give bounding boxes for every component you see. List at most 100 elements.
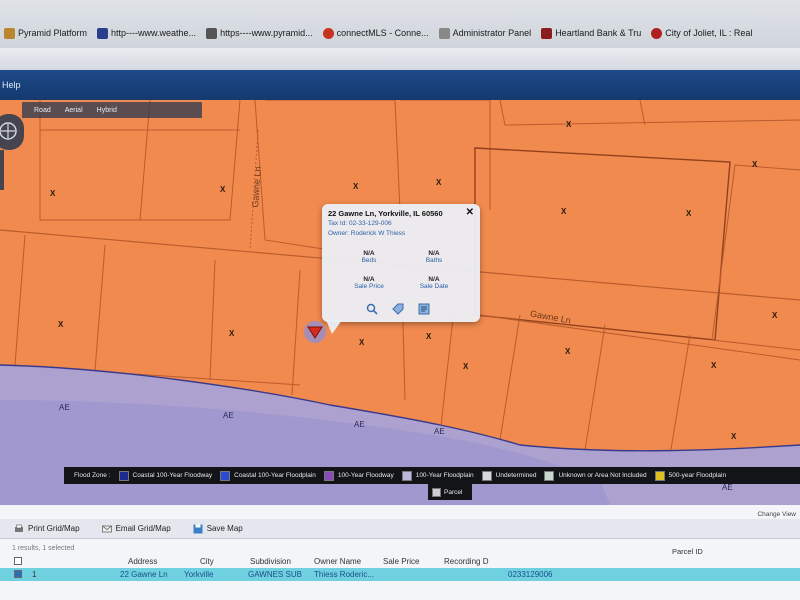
parcel-legend: Parcel	[428, 484, 472, 500]
flood-zone-mark: AE	[59, 403, 70, 412]
legend-item: 100-Year Floodway	[323, 470, 394, 481]
popup-tax-id[interactable]: Tax Id: 02-33-129-006	[328, 220, 392, 227]
popup-beds: N/A Beds	[361, 250, 377, 264]
flood-zone-mark: X	[731, 432, 737, 441]
column-header-recording[interactable]: Recording D	[444, 557, 488, 566]
cell-address[interactable]: 22 Gawne Ln	[120, 570, 168, 579]
bookmark-pyramid[interactable]: https----www.pyramid...	[206, 27, 313, 39]
email-grid-map-button[interactable]: Email Grid/Map	[101, 524, 171, 534]
legend-swatch	[654, 470, 665, 481]
flood-zone-mark: X	[220, 185, 226, 194]
bookmark-icon	[206, 27, 218, 39]
bookmark-heartland-bank[interactable]: Heartland Bank & Tru	[541, 27, 641, 39]
table-row[interactable]: 1 22 Gawne Ln Yorkville GAWNES SUB Thies…	[0, 568, 800, 581]
print-grid-map-button[interactable]: Print Grid/Map	[14, 524, 80, 534]
legend-swatch	[544, 470, 555, 481]
flood-zone-mark: AE	[223, 411, 234, 420]
results-table-header: Address City Subdivision Owner Name Sale…	[0, 554, 800, 568]
zoom-slider[interactable]	[0, 150, 4, 190]
save-map-button[interactable]: Save Map	[193, 524, 243, 534]
compass-icon	[0, 122, 17, 140]
cell-parcel-id[interactable]: 0233129006	[508, 570, 553, 579]
bookmark-icon	[438, 27, 450, 39]
flood-zone-mark: X	[436, 178, 442, 187]
result-count: 1 results, 1 selected	[12, 545, 75, 552]
search-icon[interactable]	[366, 302, 378, 315]
tab-aerial[interactable]: Aerial	[65, 107, 83, 114]
bookmark-icon	[651, 27, 663, 39]
legend-swatch	[220, 470, 231, 481]
legend-item: Undetermined	[481, 470, 536, 481]
column-header-subdivision[interactable]: Subdivision	[250, 557, 291, 566]
help-menu[interactable]: Help	[2, 80, 21, 90]
column-header-city[interactable]: City	[200, 557, 214, 566]
bookmark-connectmls[interactable]: connectMLS - Conne...	[322, 27, 429, 39]
row-number: 1	[32, 570, 37, 579]
property-marker-icon[interactable]	[302, 320, 328, 344]
column-header-address[interactable]: Address	[128, 557, 157, 566]
legend-swatch	[401, 470, 412, 481]
map-pan-control[interactable]	[0, 114, 24, 150]
popup-sale-date: N/A Sale Date	[419, 276, 449, 290]
popup-sale-price: N/A Sale Price	[354, 276, 384, 290]
flood-zone-mark: X	[359, 338, 365, 347]
flood-zone-mark: AE	[354, 420, 365, 429]
tab-hybrid[interactable]: Hybrid	[97, 107, 117, 114]
column-header-owner[interactable]: Owner Name	[314, 557, 361, 566]
grid-toolbar: Print Grid/Map Email Grid/Map Save Map	[0, 519, 800, 539]
browser-toolbar-strip	[0, 48, 800, 70]
tag-icon[interactable]	[392, 302, 404, 315]
flood-zone-mark: X	[711, 361, 717, 370]
app-header: Help	[0, 70, 800, 100]
flood-zone-mark: X	[426, 332, 432, 341]
flood-zone-mark: X	[50, 189, 56, 198]
flood-zone-mark: X	[752, 160, 758, 169]
bookmark-city-of-joliet[interactable]: City of Joliet, IL : Real	[651, 27, 752, 39]
email-icon	[101, 524, 112, 534]
legend-swatch	[481, 470, 492, 481]
change-view-link[interactable]: Change View	[757, 511, 796, 518]
bookmark-pyramid-platform[interactable]: Pyramid Platform	[4, 27, 87, 39]
legend-swatch	[323, 470, 334, 481]
select-all-checkbox[interactable]	[14, 557, 22, 565]
popup-actions	[366, 302, 430, 315]
row-checkbox[interactable]	[14, 570, 22, 578]
flood-zone-mark: X	[229, 329, 235, 338]
popup-address: 22 Gawne Ln, Yorkville, IL 60560	[328, 209, 443, 218]
print-icon	[14, 524, 24, 534]
bookmark-weather[interactable]: http----www.weathe...	[97, 27, 196, 39]
legend-swatch	[432, 487, 441, 497]
bookmark-icon	[322, 27, 334, 39]
flood-zone-mark: X	[772, 311, 778, 320]
bookmark-admin-panel[interactable]: Administrator Panel	[438, 27, 531, 39]
flood-zone-mark: X	[463, 362, 469, 371]
flood-zone-mark: AE	[722, 483, 733, 492]
column-header-sale-price[interactable]: Sale Price	[383, 557, 419, 566]
close-icon[interactable]: ✕	[466, 207, 474, 218]
map-view[interactable]: Road Aerial Hybrid Gawne Ln Gawne Ln X X…	[0, 100, 800, 505]
results-panel: Change View Print Grid/Map Email Grid/Ma…	[0, 505, 800, 600]
save-icon	[193, 524, 203, 534]
details-icon[interactable]	[418, 302, 430, 315]
flood-zone-mark: X	[686, 209, 692, 218]
legend-swatch	[118, 470, 129, 481]
map-type-tabs: Road Aerial Hybrid	[22, 102, 202, 118]
cell-city: Yorkville	[184, 570, 214, 579]
flood-zone-legend: Flood Zone : Coastal 100-Year Floodway C…	[64, 467, 800, 484]
legend-item: 100-Year Floodplain	[401, 470, 474, 481]
tab-road[interactable]: Road	[34, 107, 51, 114]
bookmark-icon	[4, 27, 15, 39]
flood-zone-mark: X	[58, 320, 64, 329]
popup-baths: N/A Baths	[425, 250, 443, 264]
popup-owner: Owner: Roderick W Thiess	[328, 230, 406, 237]
flood-zone-mark: X	[565, 347, 571, 356]
legend-item: 500-year Floodplain	[654, 470, 726, 481]
bookmark-icon	[97, 27, 109, 39]
legend-title: Flood Zone :	[74, 472, 111, 479]
cell-subdivision: GAWNES SUB	[248, 570, 302, 579]
property-popup: 22 Gawne Ln, Yorkville, IL 60560 ✕ Tax I…	[322, 204, 480, 334]
bookmark-icon	[541, 27, 553, 39]
browser-bookmarks-bar: Pyramid Platform http----www.weathe... h…	[0, 0, 800, 70]
flood-zone-mark: X	[566, 120, 572, 129]
flood-zone-mark: X	[561, 207, 567, 216]
